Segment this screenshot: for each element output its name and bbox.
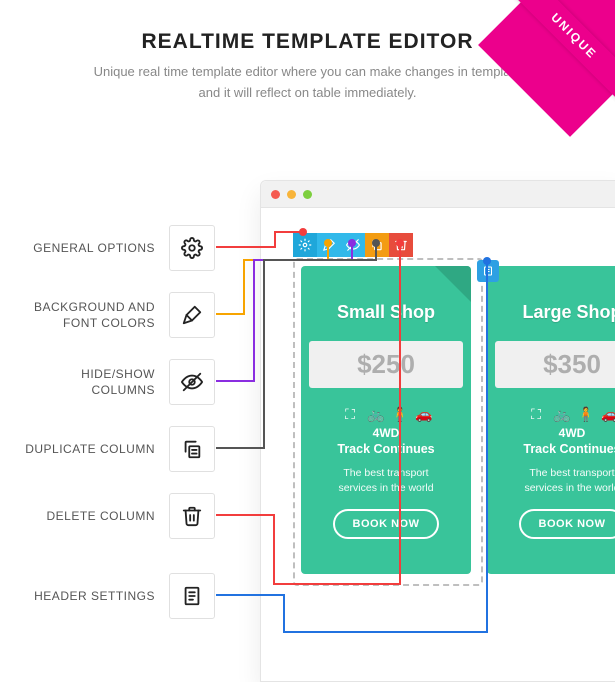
- car-icon: 🚗: [415, 406, 429, 420]
- feature-delete: DELETE COLUMN: [15, 493, 215, 539]
- pricing-card-large[interactable]: Large Shop $350 ⛶ 🚲 🧍 🚗 4WD Track Contin…: [487, 266, 615, 574]
- card-line2: Track Continues: [301, 442, 471, 456]
- bike-icon: 🚲: [367, 406, 381, 420]
- eye-off-icon: [169, 359, 215, 405]
- card-title: Large Shop: [487, 266, 615, 323]
- close-dot[interactable]: [271, 190, 280, 199]
- car-icon: 🚗: [601, 406, 615, 420]
- person-icon: 🧍: [391, 406, 405, 420]
- feature-label: GENERAL OPTIONS: [15, 240, 169, 256]
- brush-icon: [169, 292, 215, 338]
- feature-label: DUPLICATE COLUMN: [15, 441, 169, 457]
- card-price: $250: [309, 341, 463, 388]
- gear-icon: [169, 225, 215, 271]
- editor-canvas: Small Shop $250 ⛶ 🚲 🧍 🚗 4WD Track Contin…: [261, 208, 615, 226]
- feature-hideshow: HIDE/SHOW COLUMNS: [15, 359, 215, 405]
- column-toolbar: [293, 233, 413, 257]
- card-fold: [435, 266, 471, 302]
- card-line1: 4WD: [301, 426, 471, 440]
- window-titlebar: [261, 181, 615, 208]
- toolbar-colors-button[interactable]: [317, 233, 341, 257]
- header-settings-button[interactable]: [477, 260, 499, 282]
- book-now-button[interactable]: BOOK NOW: [519, 509, 615, 539]
- card-icons: ⛶ 🚲 🧍 🚗: [301, 406, 471, 420]
- browser-window: Small Shop $250 ⛶ 🚲 🧍 🚗 4WD Track Contin…: [260, 180, 615, 682]
- toolbar-general-button[interactable]: [293, 233, 317, 257]
- pricing-card-small[interactable]: Small Shop $250 ⛶ 🚲 🧍 🚗 4WD Track Contin…: [301, 266, 471, 574]
- card-line1: 4WD: [487, 426, 615, 440]
- feature-label: DELETE COLUMN: [15, 508, 169, 524]
- feature-colors: BACKGROUND AND FONT COLORS: [15, 292, 215, 338]
- feature-header: HEADER SETTINGS: [15, 573, 215, 619]
- card-line2: Track Continues: [487, 442, 615, 456]
- person-icon: 🧍: [577, 406, 591, 420]
- feature-label: BACKGROUND AND FONT COLORS: [15, 299, 169, 331]
- card-price: $350: [495, 341, 615, 388]
- card-icons: ⛶ 🚲 🧍 🚗: [487, 406, 615, 420]
- max-dot[interactable]: [303, 190, 312, 199]
- toolbar-duplicate-button[interactable]: [365, 233, 389, 257]
- bike-icon: 🚲: [553, 406, 567, 420]
- document-icon: [169, 573, 215, 619]
- trash-icon: [169, 493, 215, 539]
- feature-duplicate: DUPLICATE COLUMN: [15, 426, 215, 472]
- expand-icon: ⛶: [529, 406, 543, 420]
- feature-label: HIDE/SHOW COLUMNS: [15, 366, 169, 398]
- book-now-button[interactable]: BOOK NOW: [333, 509, 440, 539]
- card-desc: The best transport services in the world: [487, 466, 615, 495]
- toolbar-hideshow-button[interactable]: [341, 233, 365, 257]
- min-dot[interactable]: [287, 190, 296, 199]
- toolbar-delete-button[interactable]: [389, 233, 413, 257]
- feature-general: GENERAL OPTIONS: [15, 225, 215, 271]
- feature-label: HEADER SETTINGS: [15, 588, 169, 604]
- expand-icon: ⛶: [343, 406, 357, 420]
- copy-icon: [169, 426, 215, 472]
- card-desc: The best transport services in the world: [301, 466, 471, 495]
